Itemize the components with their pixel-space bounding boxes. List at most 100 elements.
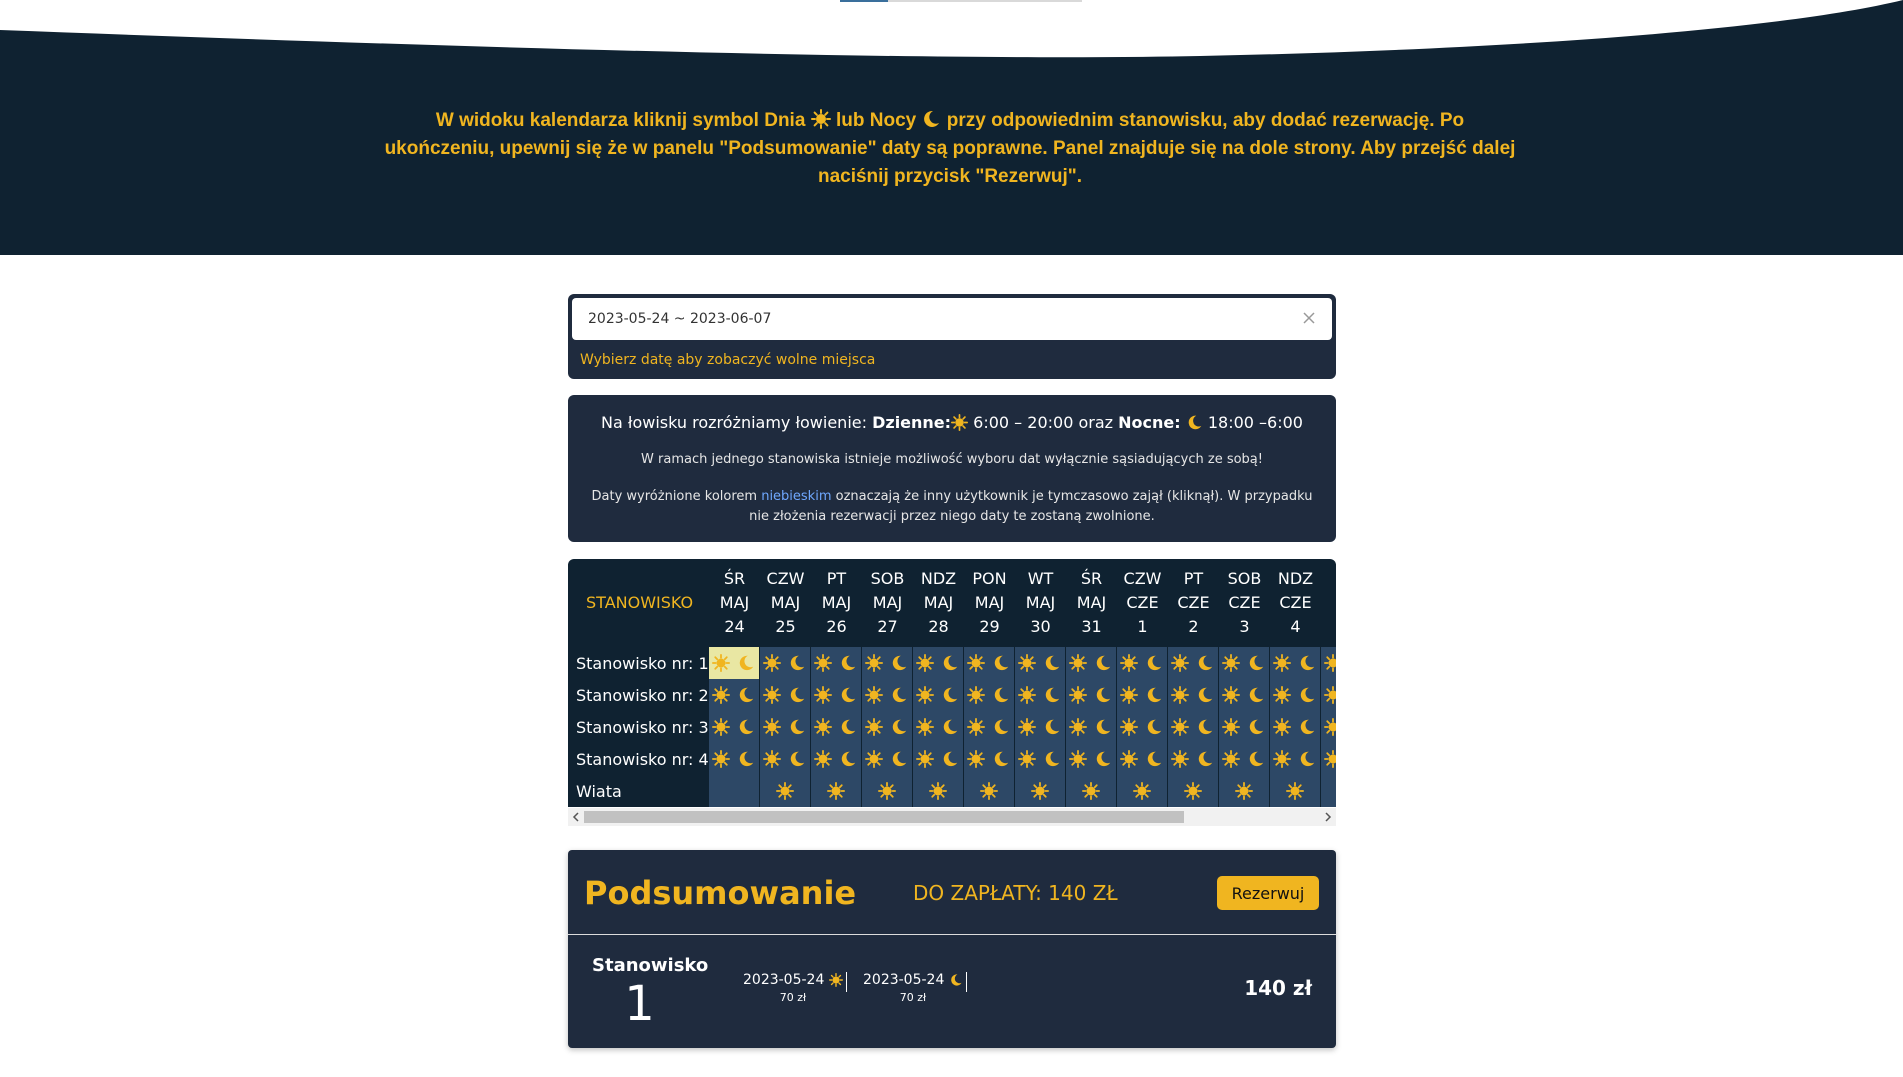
moon-icon[interactable] [737,654,755,672]
sun-icon[interactable] [1222,718,1240,736]
sun-icon[interactable] [865,718,883,736]
sun-icon[interactable] [967,686,985,704]
moon-icon[interactable] [839,654,857,672]
sun-icon[interactable] [865,654,883,672]
sun-icon[interactable] [763,654,781,672]
moon-icon[interactable] [1298,654,1316,672]
sun-icon[interactable] [865,750,883,768]
sun-icon[interactable] [865,686,883,704]
sun-icon[interactable] [1286,782,1304,800]
sun-icon[interactable] [1235,782,1253,800]
sun-icon[interactable] [1018,718,1036,736]
sun-icon[interactable] [1222,750,1240,768]
sun-icon[interactable] [1120,718,1138,736]
sun-icon[interactable] [929,782,947,800]
moon-icon[interactable] [1094,718,1112,736]
sun-icon[interactable] [1082,782,1100,800]
sun-icon[interactable] [1324,686,1336,704]
sun-icon[interactable] [814,654,832,672]
sun-icon[interactable] [776,782,794,800]
sun-icon[interactable] [1324,654,1336,672]
sun-icon[interactable] [1273,654,1291,672]
moon-icon[interactable] [1094,686,1112,704]
moon-icon[interactable] [1094,654,1112,672]
scroll-left-arrow-icon[interactable] [570,811,582,823]
moon-icon[interactable] [1043,750,1061,768]
moon-icon[interactable] [992,750,1010,768]
moon-icon[interactable] [1247,654,1265,672]
sun-icon[interactable] [712,750,730,768]
moon-icon[interactable] [941,718,959,736]
moon-icon[interactable] [737,686,755,704]
moon-icon[interactable] [788,750,806,768]
sun-icon[interactable] [916,686,934,704]
moon-icon[interactable] [1247,750,1265,768]
moon-icon[interactable] [737,750,755,768]
sun-icon[interactable] [1273,686,1291,704]
sun-icon[interactable] [1171,654,1189,672]
sun-icon[interactable] [1018,686,1036,704]
date-range-input[interactable]: 2023-05-24 ~ 2023-06-07 [572,298,1332,340]
moon-icon[interactable] [992,686,1010,704]
sun-icon[interactable] [916,750,934,768]
moon-icon[interactable] [1043,654,1061,672]
sun-icon[interactable] [1324,750,1336,768]
moon-icon[interactable] [1196,654,1214,672]
close-icon[interactable] [1300,309,1318,327]
scroll-right-arrow-icon[interactable] [1322,811,1334,823]
moon-icon[interactable] [890,750,908,768]
sun-icon[interactable] [1069,654,1087,672]
moon-icon[interactable] [992,654,1010,672]
sun-icon[interactable] [814,750,832,768]
sun-icon[interactable] [1324,718,1336,736]
moon-icon[interactable] [1145,686,1163,704]
moon-icon[interactable] [1043,718,1061,736]
sun-icon[interactable] [1222,654,1240,672]
moon-icon[interactable] [839,686,857,704]
moon-icon[interactable] [1298,750,1316,768]
sun-icon[interactable] [814,686,832,704]
moon-icon[interactable] [941,654,959,672]
moon-icon[interactable] [1094,750,1112,768]
moon-icon[interactable] [788,654,806,672]
sun-icon[interactable] [814,718,832,736]
calendar-horizontal-scrollbar[interactable] [568,808,1336,826]
moon-icon[interactable] [1298,718,1316,736]
moon-icon[interactable] [941,686,959,704]
reserve-button[interactable]: Rezerwuj [1217,876,1319,910]
moon-icon[interactable] [1196,718,1214,736]
sun-icon[interactable] [1171,750,1189,768]
moon-icon[interactable] [1145,750,1163,768]
sun-icon[interactable] [967,718,985,736]
sun-icon[interactable] [763,750,781,768]
sun-icon[interactable] [916,654,934,672]
sun-icon[interactable] [1133,782,1151,800]
moon-icon[interactable] [788,686,806,704]
sun-icon[interactable] [1273,718,1291,736]
sun-icon[interactable] [1031,782,1049,800]
moon-icon[interactable] [1247,718,1265,736]
sun-icon[interactable] [1018,654,1036,672]
sun-icon[interactable] [1120,686,1138,704]
moon-icon[interactable] [890,686,908,704]
moon-icon[interactable] [839,718,857,736]
sun-icon[interactable] [967,750,985,768]
sun-icon[interactable] [916,718,934,736]
moon-icon[interactable] [992,718,1010,736]
moon-icon[interactable] [890,718,908,736]
moon-icon[interactable] [737,718,755,736]
sun-icon[interactable] [1018,750,1036,768]
moon-icon[interactable] [890,654,908,672]
moon-icon[interactable] [1145,654,1163,672]
sun-icon[interactable] [1273,750,1291,768]
moon-icon[interactable] [941,750,959,768]
moon-icon[interactable] [1298,686,1316,704]
sun-icon[interactable] [1171,718,1189,736]
moon-icon[interactable] [1196,686,1214,704]
sun-icon[interactable] [1069,718,1087,736]
sun-icon[interactable] [1120,654,1138,672]
sun-icon[interactable] [712,686,730,704]
sun-icon[interactable] [763,718,781,736]
moon-icon[interactable] [788,718,806,736]
sun-icon[interactable] [712,654,730,672]
